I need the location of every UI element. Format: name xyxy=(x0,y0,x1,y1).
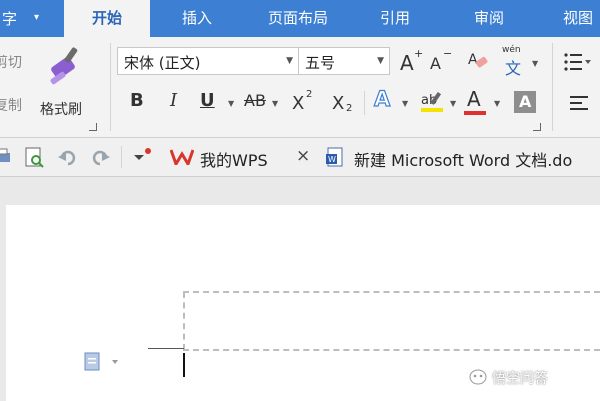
chevron-down-icon[interactable]: ▼ xyxy=(450,99,456,108)
tab-review[interactable]: 审阅 xyxy=(452,0,526,37)
char-shading-button[interactable]: A xyxy=(514,91,536,113)
align-left-icon[interactable] xyxy=(570,95,590,111)
tab-references[interactable]: 引用 xyxy=(360,0,430,37)
clear-format-button[interactable]: A xyxy=(466,49,492,75)
divider xyxy=(364,91,365,115)
font-color-button[interactable]: A xyxy=(464,87,490,117)
subscript-icon: X xyxy=(332,93,345,114)
doc-tab-label: 新建 Microsoft Word 文档.do xyxy=(354,151,573,170)
print-preview-icon[interactable] xyxy=(24,147,46,169)
font-color-icon: A xyxy=(467,87,481,111)
phonetic-top-text: wén xyxy=(502,45,521,55)
wukong-logo-icon xyxy=(469,369,487,385)
superscript-icon: X xyxy=(292,93,305,114)
grow-font-mark: + xyxy=(414,47,424,60)
copy-button[interactable]: 复制 xyxy=(0,95,22,115)
superscript-mark: 2 xyxy=(306,89,313,100)
font-family-value: 宋体 (正文) xyxy=(124,54,201,72)
svg-text:A: A xyxy=(468,52,478,68)
highlight-button[interactable]: ab xyxy=(420,89,448,117)
font-size-value: 五号 xyxy=(305,54,336,72)
format-painter-icon xyxy=(50,47,78,85)
undo-icon[interactable] xyxy=(58,149,78,167)
format-painter-button[interactable]: 格式刷 xyxy=(38,43,96,121)
font-launcher-icon[interactable] xyxy=(533,123,541,131)
customize-toolbar-icon[interactable] xyxy=(134,148,156,164)
bold-button[interactable]: B xyxy=(130,91,144,111)
word-document-icon: W xyxy=(326,147,343,167)
italic-button[interactable]: I xyxy=(170,91,177,111)
phonetic-char: 文 xyxy=(505,59,522,78)
chevron-down-icon[interactable]: ▼ xyxy=(494,99,500,108)
watermark-text: 悟空问答 xyxy=(492,371,548,387)
format-painter-label: 格式刷 xyxy=(40,102,82,118)
margin-indicator xyxy=(148,348,184,349)
shrink-font-icon: A xyxy=(430,54,441,73)
shrink-font-button[interactable]: A − xyxy=(428,47,454,75)
font-size-select[interactable]: 五号 ▼ xyxy=(298,47,390,75)
doc-tab-new-document[interactable]: W 新建 Microsoft Word 文档.do xyxy=(320,138,600,176)
char-shading-icon: A xyxy=(519,92,532,111)
chevron-down-icon: ▼ xyxy=(286,56,293,66)
eraser-icon: A xyxy=(468,52,488,68)
chevron-down-icon: ▼ xyxy=(377,56,384,66)
chevron-down-icon: ▾ xyxy=(34,12,40,23)
text-cursor xyxy=(183,353,185,377)
phonetic-guide-button[interactable]: wén 文 ▼ xyxy=(502,45,542,78)
watermark: 悟空问答 xyxy=(469,368,548,388)
print-icon[interactable] xyxy=(0,147,12,167)
font-color-bar xyxy=(464,111,486,115)
menu-bar: 字 ▾ 开始 插入 页面布局 引用 审阅 视图 xyxy=(0,0,600,37)
grow-font-icon: A xyxy=(400,51,414,75)
chevron-down-icon[interactable]: ▼ xyxy=(402,99,408,108)
wps-logo-icon xyxy=(170,149,194,165)
paragraph-layout-icon[interactable] xyxy=(84,352,124,372)
tab-page-layout[interactable]: 页面布局 xyxy=(250,0,346,37)
clipboard-launcher-icon[interactable] xyxy=(89,123,97,131)
text-effect-button[interactable]: A xyxy=(373,88,390,110)
redo-icon[interactable] xyxy=(90,149,110,167)
highlighter-icon: ab xyxy=(421,91,443,112)
grow-font-button[interactable]: A + xyxy=(398,47,424,75)
close-icon[interactable]: × xyxy=(296,146,310,166)
font-family-select[interactable]: 宋体 (正文) ▼ xyxy=(117,47,299,75)
cut-button[interactable]: 剪切 xyxy=(0,52,22,72)
doc-tab-label: 我的WPS xyxy=(200,151,268,170)
chevron-down-icon[interactable]: ▼ xyxy=(272,99,278,108)
subscript-mark: 2 xyxy=(346,103,353,114)
page-margin-guide xyxy=(183,292,185,350)
app-menu-button[interactable]: 字 ▾ xyxy=(0,0,50,37)
divider xyxy=(110,43,111,131)
tab-view[interactable]: 视图 xyxy=(548,0,600,37)
shrink-font-mark: − xyxy=(443,47,453,60)
subscript-button[interactable]: X 2 xyxy=(332,89,358,117)
doc-tab-my-wps[interactable]: 我的WPS × xyxy=(166,138,316,176)
underline-button[interactable]: U xyxy=(200,91,215,111)
strikethrough-button[interactable]: AB xyxy=(244,91,266,111)
divider xyxy=(121,146,122,168)
ribbon: 剪切 复制 格式刷 宋体 (正文) ▼ 五号 ▼ A + A − A wén 文… xyxy=(0,37,600,138)
tab-home[interactable]: 开始 xyxy=(64,0,150,37)
page-margin-guide xyxy=(183,291,600,293)
svg-text:W: W xyxy=(328,155,336,164)
bullet-list-icon[interactable] xyxy=(563,51,591,73)
page-margin-guide xyxy=(183,349,600,351)
chevron-down-icon: ▼ xyxy=(532,59,539,68)
chevron-down-icon[interactable]: ▼ xyxy=(228,99,234,108)
quick-access-toolbar: 我的WPS × W 新建 Microsoft Word 文档.do xyxy=(0,138,600,177)
app-menu-label: 字 xyxy=(2,10,18,28)
tab-insert[interactable]: 插入 xyxy=(160,0,234,37)
divider xyxy=(552,43,553,131)
superscript-button[interactable]: X 2 xyxy=(292,89,318,115)
